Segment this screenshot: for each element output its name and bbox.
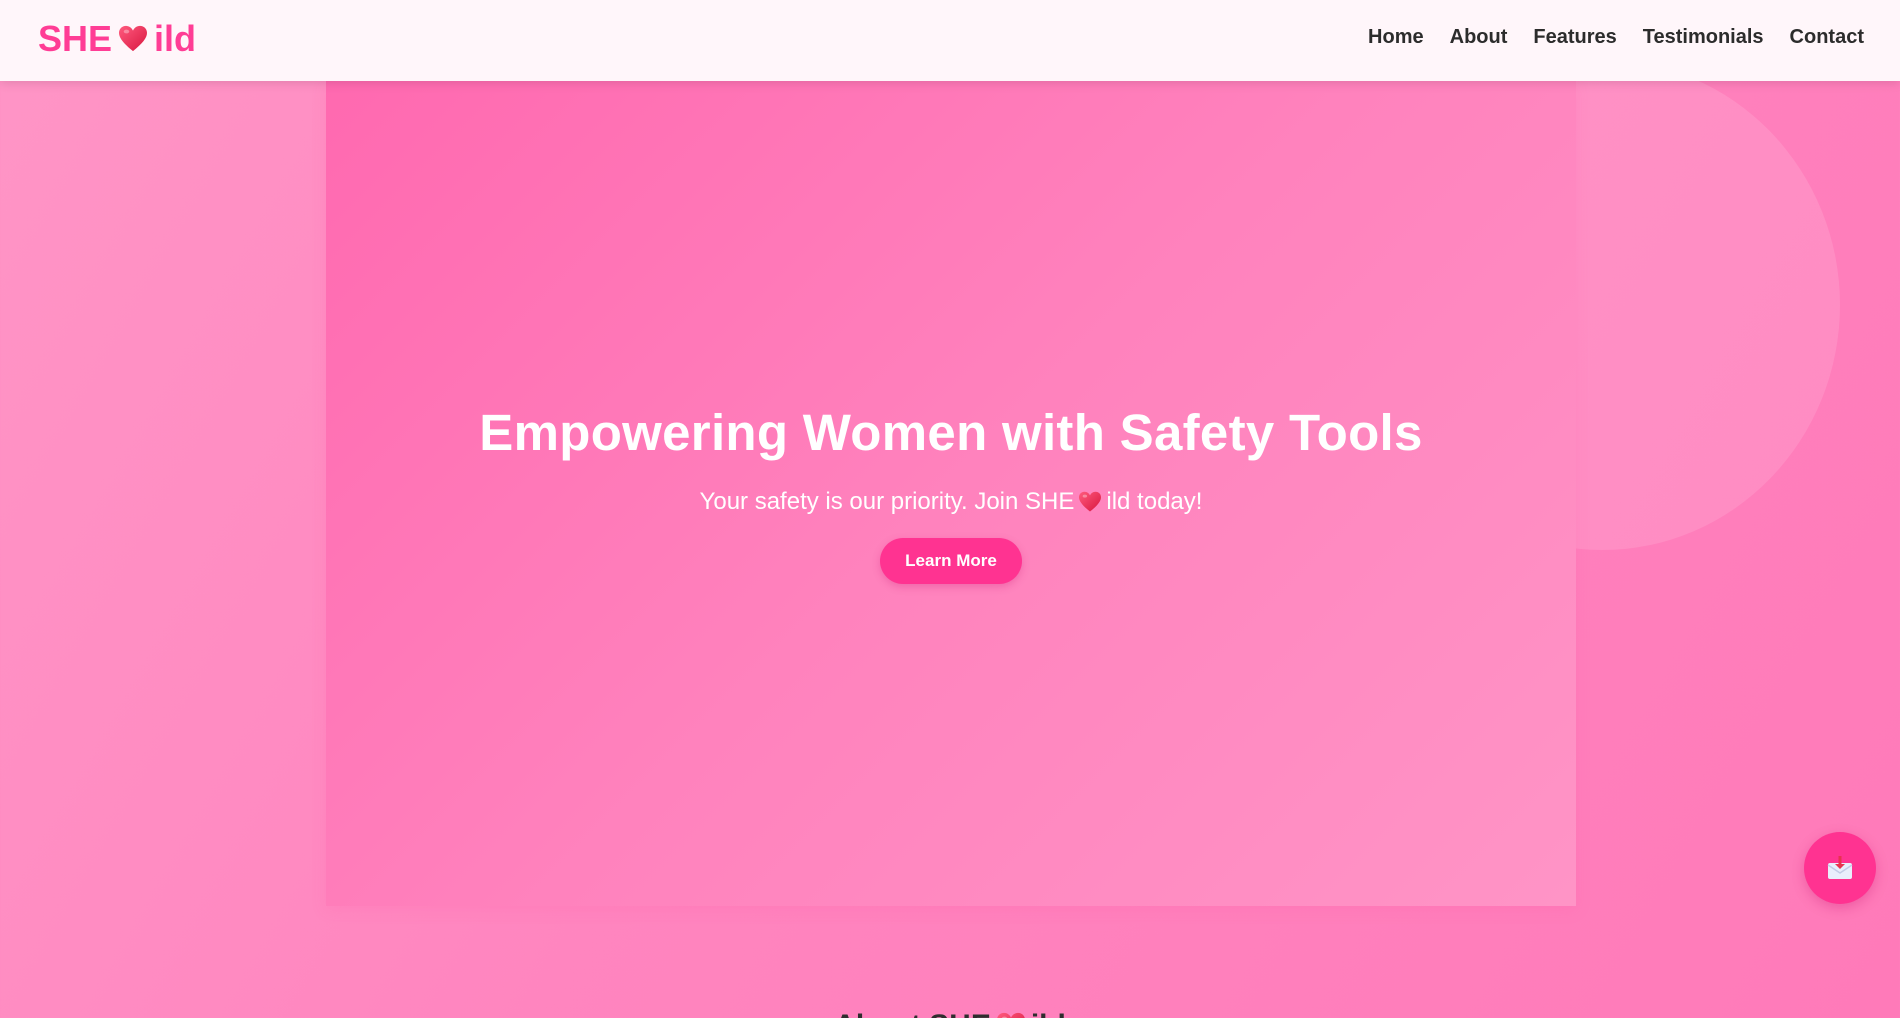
nav-home[interactable]: Home <box>1368 26 1424 49</box>
about-section-title: About SHE ild <box>0 1009 1900 1018</box>
inbox-download-icon <box>1827 856 1853 879</box>
heart-icon <box>1078 491 1102 513</box>
floating-inbox-button[interactable] <box>1804 832 1876 904</box>
about-title-suffix: ild <box>1031 1009 1066 1018</box>
hero-content: Empowering Women with Safety Tools Your … <box>326 403 1576 584</box>
nav-features[interactable]: Features <box>1533 26 1616 49</box>
heart-icon <box>118 25 148 53</box>
hero-subtitle: Your safety is our priority. Join SHE il… <box>700 488 1203 516</box>
hero-subtitle-prefix: Your safety is our priority. Join SHE <box>699 488 1075 515</box>
brand-logo[interactable]: SHE ild <box>38 18 196 60</box>
learn-more-button[interactable]: Learn More <box>880 538 1022 584</box>
brand-name-suffix: ild <box>154 18 197 59</box>
site-header: SHE ild Home About Features Testimonials… <box>0 0 1900 81</box>
nav-about[interactable]: About <box>1450 26 1508 49</box>
about-title-prefix: About SHE <box>834 1009 991 1018</box>
brand-name-prefix: SHE <box>38 18 113 59</box>
nav-contact[interactable]: Contact <box>1790 26 1864 49</box>
heart-icon <box>996 1012 1026 1018</box>
hero-subtitle-suffix: ild today! <box>1106 488 1203 515</box>
hero-title: Empowering Women with Safety Tools <box>479 404 1423 461</box>
nav-testimonials[interactable]: Testimonials <box>1643 26 1764 49</box>
main-nav: Home About Features Testimonials Contact <box>1368 26 1864 49</box>
hero-section: Empowering Women with Safety Tools Your … <box>326 81 1576 906</box>
